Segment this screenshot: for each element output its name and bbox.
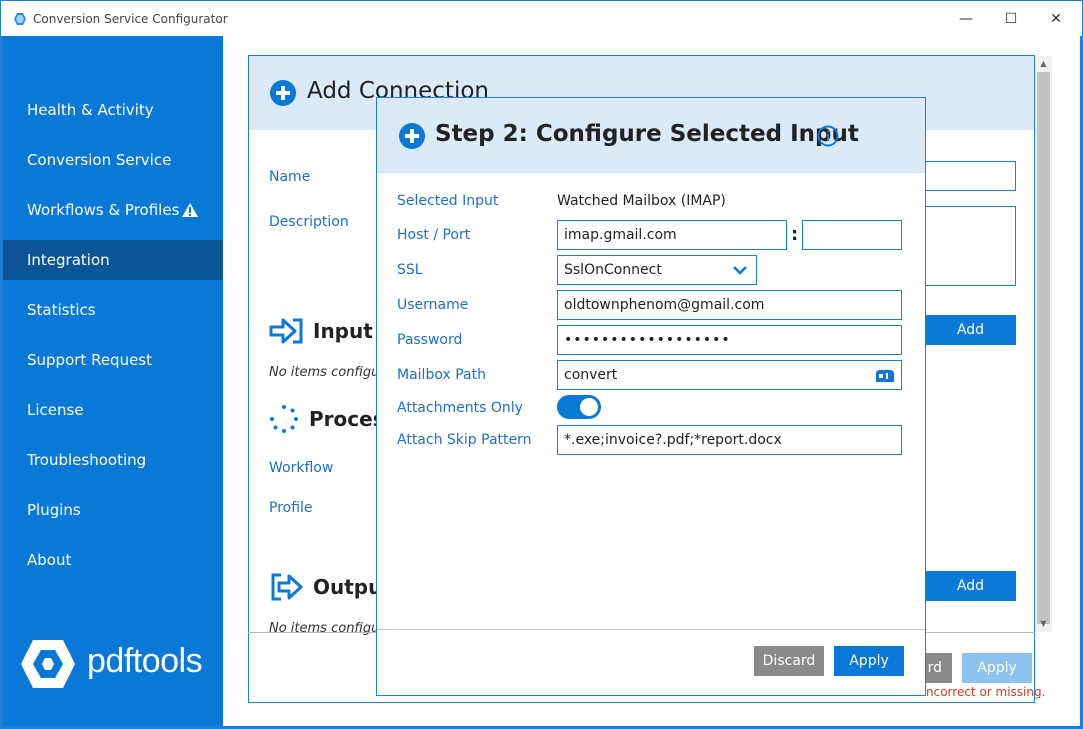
panel-apply-button[interactable]: Apply: [962, 653, 1032, 683]
toggle-knob: [580, 398, 598, 416]
ssl-select[interactable]: SslOnConnect: [557, 255, 757, 285]
maximize-button[interactable]: ☐: [996, 6, 1026, 32]
attach-skip-pattern-label: Attach Skip Pattern: [397, 432, 532, 448]
sidebar-item-integration[interactable]: Integration: [3, 240, 223, 280]
input-section-title: Input: [313, 319, 373, 343]
input-icon: [269, 318, 303, 344]
port-input[interactable]: [802, 220, 902, 250]
username-input[interactable]: oldtownphenom@gmail.com: [557, 290, 902, 320]
warning-icon: [182, 203, 198, 217]
description-input[interactable]: [925, 206, 1016, 286]
validation-error-text: ncorrect or missing.: [926, 685, 1046, 699]
scroll-thumb[interactable]: [1037, 72, 1050, 624]
scroll-up-icon[interactable]: ▲: [1035, 56, 1052, 72]
username-label: Username: [397, 297, 469, 313]
output-icon: [271, 573, 303, 601]
pdftools-logo: pdftools: [19, 638, 219, 694]
add-icon: [270, 80, 296, 106]
selected-input-label: Selected Input: [397, 193, 499, 209]
sidebar-item-statistics[interactable]: Statistics: [3, 290, 223, 330]
host-port-label: Host / Port: [397, 227, 471, 243]
sidebar-item-conversion-service[interactable]: Conversion Service: [3, 140, 223, 180]
mailbox-path-input[interactable]: convert: [557, 360, 902, 390]
profile-label: Profile: [269, 500, 313, 516]
output-add-button[interactable]: Add: [925, 571, 1016, 601]
input-add-button[interactable]: Add: [925, 315, 1016, 345]
sidebar-item-troubleshooting[interactable]: Troubleshooting: [3, 440, 223, 480]
input-empty-text: No items configu: [269, 365, 380, 380]
sidebar-item-about[interactable]: About: [3, 540, 223, 580]
name-label: Name: [269, 169, 311, 185]
attachments-only-label: Attachments Only: [397, 400, 523, 416]
password-label: Password: [397, 332, 463, 348]
sidebar-item-support-request[interactable]: Support Request: [3, 340, 223, 380]
sidebar: Health & Activity Conversion Service Wor…: [3, 36, 223, 726]
sidebar-item-health-activity[interactable]: Health & Activity: [3, 90, 223, 130]
chevron-down-icon: [733, 266, 747, 275]
close-button[interactable]: ✕: [1041, 6, 1071, 32]
dialog-footer-divider: [377, 629, 925, 630]
dialog-header: Step 2: Configure Selected Input: [377, 98, 925, 172]
mailbox-icon[interactable]: [875, 369, 895, 383]
apply-button[interactable]: Apply: [834, 646, 904, 676]
vertical-scrollbar[interactable]: ▲ ▼: [1035, 56, 1052, 632]
sidebar-item-workflows-profiles[interactable]: Workflows & Profiles: [3, 190, 223, 230]
sidebar-item-plugins[interactable]: Plugins: [3, 490, 223, 530]
attachments-only-toggle[interactable]: [557, 395, 601, 419]
dialog-title: Step 2: Configure Selected Input: [435, 121, 859, 147]
attach-skip-pattern-input[interactable]: *.exe;invoice?.pdf;*report.docx: [557, 425, 902, 455]
selected-input-value: Watched Mailbox (IMAP): [557, 193, 726, 209]
name-input[interactable]: [925, 161, 1016, 191]
processing-icon: [270, 405, 298, 433]
minimize-button[interactable]: —: [951, 6, 981, 32]
discard-button[interactable]: Discard: [754, 646, 824, 676]
mailbox-path-label: Mailbox Path: [397, 367, 486, 383]
password-input[interactable]: ••••••••••••••••••: [557, 325, 902, 355]
pdftools-logo-icon: [21, 640, 75, 688]
host-port-separator: :: [791, 224, 799, 245]
output-empty-text: No items configu: [269, 621, 380, 636]
host-input[interactable]: imap.gmail.com: [557, 220, 787, 250]
add-icon: [399, 123, 425, 149]
configure-input-dialog: Step 2: Configure Selected Input Selecte…: [376, 97, 926, 696]
dialog-header-divider: [377, 172, 925, 173]
sidebar-item-license[interactable]: License: [3, 390, 223, 430]
description-label: Description: [269, 214, 349, 230]
title-bar: Conversion Service Configurator — ☐ ✕: [0, 0, 1083, 36]
scroll-down-icon[interactable]: ▼: [1035, 616, 1052, 632]
app-icon: [14, 13, 26, 25]
info-icon[interactable]: [817, 125, 839, 147]
logo-text: pdftools: [87, 642, 203, 680]
window-title: Conversion Service Configurator: [33, 12, 228, 26]
ssl-label: SSL: [397, 262, 423, 278]
workflow-label: Workflow: [269, 460, 334, 476]
